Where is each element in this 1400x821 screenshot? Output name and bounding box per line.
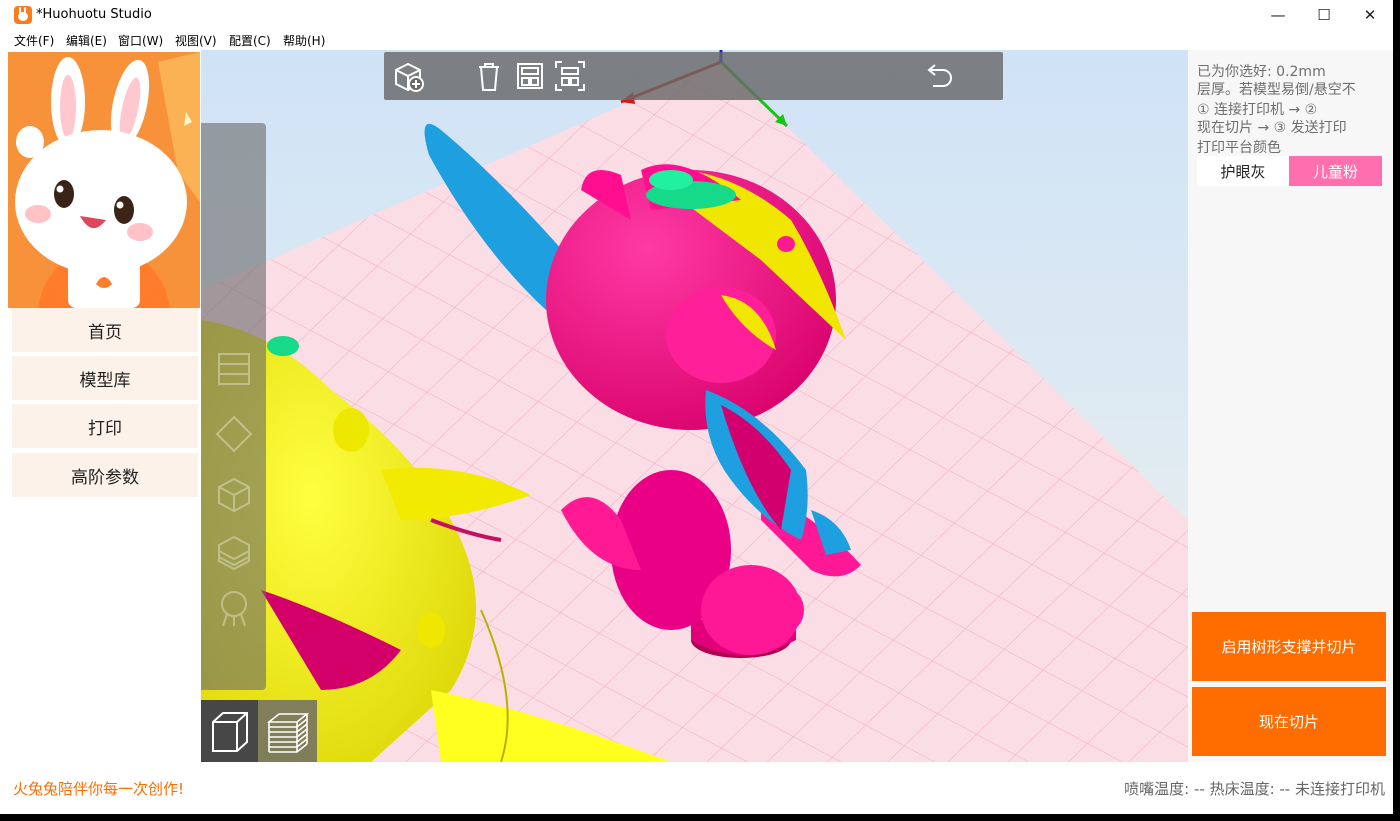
title-bar: *Huohuotu Studio — ☐ ✕ [0,0,1393,30]
add-model-icon[interactable] [390,58,426,94]
nav-print-button[interactable]: 打印 [12,404,198,448]
support-icon[interactable] [213,588,255,630]
right-panel: 已为你选好: 0.2mm 层厚。若模型易倒/悬空不 ① 连接打印机 → ② 现在… [1188,50,1393,762]
undo-icon[interactable] [919,58,955,94]
solid-view-button[interactable] [201,700,258,762]
menu-help[interactable]: 帮助(H) [283,32,325,49]
menu-file[interactable]: 文件(F) [14,32,54,49]
scene-canvas[interactable] [201,50,1188,762]
close-button[interactable]: ✕ [1347,0,1393,30]
nav-model-library-button[interactable]: 模型库 [12,356,198,400]
left-sidebar: 首页 模型库 打印 高阶参数 [0,50,201,762]
slice-now-button[interactable]: 现在切片 [1192,687,1386,756]
top-toolbar [384,52,1003,100]
steps-text-2: 现在切片 → ③ 发送打印 [1197,120,1347,136]
maximize-button[interactable]: ☐ [1301,0,1347,30]
nav-advanced-params-button[interactable]: 高阶参数 [12,453,198,497]
menu-view[interactable]: 视图(V) [175,32,217,49]
menu-window[interactable]: 窗口(W) [118,32,163,49]
tree-support-slice-button[interactable]: 启用树形支撑并切片 [1192,612,1386,681]
minimize-button[interactable]: — [1255,0,1301,30]
cube-icon [212,712,248,752]
side-toolbar [201,123,266,690]
arrange-icon[interactable] [512,58,548,94]
printer-status-text: 喷嘴温度: -- 热床温度: -- 未连接打印机 [1124,780,1385,798]
steps-text-1: ① 连接打印机 → ② [1197,102,1318,118]
menu-config[interactable]: 配置(C) [229,32,271,49]
status-bar: 火兔兔陪伴你每一次创作! 喷嘴温度: -- 热床温度: -- 未连接打印机 [0,762,1393,814]
support-hint-text: 层厚。若模型易倒/悬空不 [1197,82,1356,98]
mascot-image [8,52,200,308]
bed-color-grey-button[interactable]: 护眼灰 [1197,156,1289,186]
bed-color-label: 打印平台颜色 [1197,140,1281,156]
delete-icon[interactable] [471,58,507,94]
app-logo-icon [14,6,32,24]
menu-bar: 文件(F) 编辑(E) 窗口(W) 视图(V) 配置(C) 帮助(H) [0,30,1393,50]
mirror-icon[interactable] [213,531,255,573]
view-mode-toggle [201,700,317,762]
window-title: *Huohuotu Studio [36,7,152,22]
move-icon[interactable] [213,348,255,390]
bed-color-pink-button[interactable]: 儿童粉 [1289,156,1382,186]
layer-height-info: 已为你选好: 0.2mm [1197,64,1326,80]
menu-edit[interactable]: 编辑(E) [66,32,107,49]
nav-home-button[interactable]: 首页 [12,308,198,352]
rotate-icon[interactable] [213,413,255,455]
scale-icon[interactable] [213,473,255,515]
3d-viewport[interactable] [201,50,1188,762]
layer-view-button[interactable] [259,700,317,762]
app-window: *Huohuotu Studio — ☐ ✕ 文件(F) 编辑(E) 窗口(W)… [0,0,1393,814]
slogan-text: 火兔兔陪伴你每一次创作! [13,780,185,798]
fit-view-icon[interactable] [552,58,588,94]
layers-icon [266,713,310,753]
